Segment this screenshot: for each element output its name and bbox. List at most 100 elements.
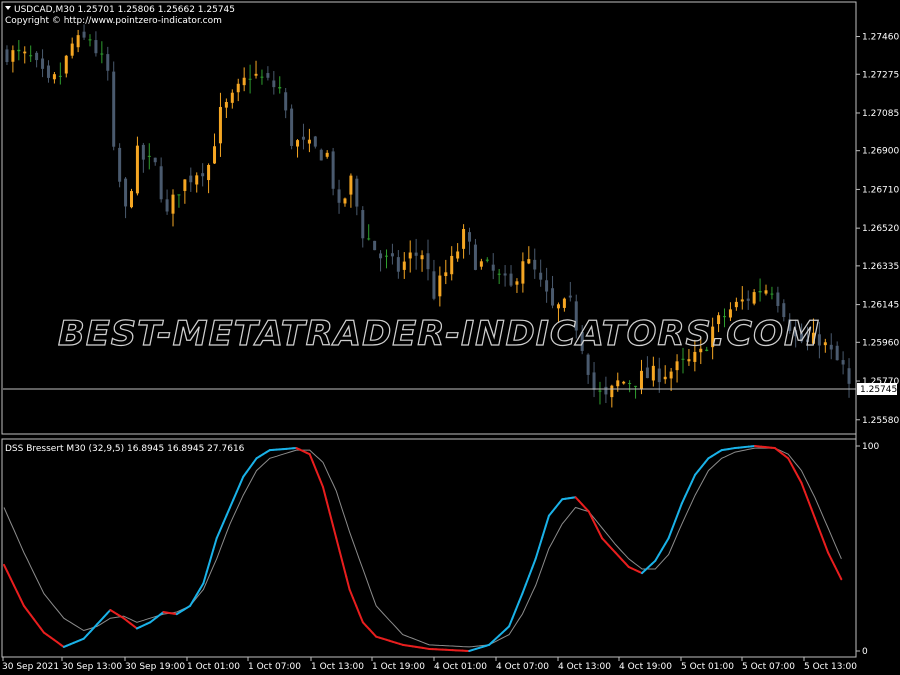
- candle: [645, 356, 649, 379]
- candle: [835, 341, 839, 361]
- dss-line-down-segment: [597, 530, 604, 540]
- candle: [124, 177, 128, 219]
- candle-body: [515, 281, 519, 285]
- candle-body: [485, 259, 489, 261]
- time-tick-label: 4 Oct 13:00: [558, 662, 611, 672]
- candle-body: [835, 345, 839, 361]
- candle-body: [337, 189, 341, 203]
- candle-body: [189, 175, 193, 183]
- candle: [171, 189, 175, 227]
- candle: [426, 239, 430, 281]
- candle-body: [94, 40, 98, 54]
- candle: [195, 172, 199, 193]
- dss-line-up-segment: [511, 609, 517, 620]
- candle: [545, 267, 549, 303]
- watermark-text: BEST-METATRADER-INDICATORS.COM: [58, 314, 820, 354]
- dss-line-down-segment: [318, 477, 324, 488]
- price-tick-label: 1.25960: [862, 338, 899, 348]
- candle: [230, 89, 234, 109]
- candle-body: [841, 360, 845, 365]
- candle: [539, 259, 543, 287]
- dss-line-down-segment: [797, 475, 803, 484]
- candle-body: [651, 365, 655, 381]
- dss-line-down-segment: [787, 457, 793, 466]
- candle: [11, 45, 15, 73]
- candle: [586, 353, 590, 384]
- candle-body: [135, 145, 139, 194]
- candle: [272, 71, 276, 95]
- candle: [159, 157, 163, 203]
- candle: [23, 46, 27, 64]
- candle-body: [290, 108, 294, 146]
- dss-line-up-segment: [514, 600, 521, 611]
- candle: [367, 224, 371, 241]
- candle-body: [319, 149, 323, 161]
- dss-line-up-segment: [218, 521, 225, 532]
- candle: [213, 133, 217, 164]
- candle-body: [408, 252, 412, 259]
- price-tick-label: 1.26520: [862, 224, 899, 234]
- candle: [562, 297, 566, 312]
- dss-line-up-segment: [222, 514, 228, 524]
- indicator-tick-label: 100: [862, 442, 879, 452]
- candle-body: [177, 194, 181, 196]
- candle-body: [129, 191, 133, 208]
- candle-body: [562, 298, 566, 308]
- candle: [568, 281, 572, 302]
- candle: [284, 88, 288, 119]
- candle: [266, 66, 270, 81]
- candle: [450, 246, 454, 281]
- dss-line-up-segment: [684, 488, 690, 498]
- candle-body: [218, 106, 222, 144]
- dss-line-down-segment: [813, 516, 820, 528]
- candle: [296, 139, 300, 158]
- chart-menu-arrow-icon[interactable]: [5, 6, 11, 10]
- candle: [479, 258, 483, 270]
- time-tick-label: 30 Sep 13:00: [62, 662, 122, 672]
- dss-line-down-segment: [803, 490, 810, 502]
- candle: [746, 290, 750, 310]
- dss-line-up-segment: [238, 475, 245, 486]
- candle: [141, 142, 145, 173]
- dss-line-down-segment: [312, 461, 318, 472]
- candle-body: [539, 272, 543, 280]
- candle-body: [35, 52, 39, 61]
- candle-body: [527, 259, 531, 264]
- candle-body: [124, 178, 128, 207]
- candle: [740, 286, 744, 310]
- dss-line-up-segment: [212, 537, 218, 551]
- candle: [622, 380, 626, 385]
- copyright-text: Copyright © http://www.pointzero-indicat…: [5, 16, 222, 26]
- candle: [402, 252, 406, 279]
- candle-body: [224, 102, 228, 108]
- candle-body: [70, 43, 74, 56]
- candle-body: [76, 35, 80, 48]
- candle-body: [598, 390, 602, 392]
- candle-body: [610, 385, 614, 398]
- candle-body: [503, 273, 507, 276]
- candle: [70, 37, 74, 59]
- candle-body: [278, 87, 282, 89]
- dss-line-down-segment: [800, 481, 806, 493]
- candle-body: [479, 261, 483, 267]
- candle: [88, 34, 92, 47]
- candle: [17, 40, 21, 61]
- candle-body: [645, 367, 649, 379]
- candle: [112, 61, 116, 151]
- candle: [758, 278, 762, 302]
- candle-body: [634, 385, 638, 387]
- candle: [307, 128, 311, 153]
- time-tick-label: 1 Oct 13:00: [311, 662, 364, 672]
- candle: [509, 265, 513, 288]
- dss-line-up-segment: [670, 519, 677, 531]
- candle-body: [384, 255, 388, 257]
- candle-body: [201, 173, 205, 177]
- candle: [82, 24, 86, 40]
- candle-body: [764, 290, 768, 294]
- candle-body: [740, 299, 744, 302]
- candle: [651, 356, 655, 387]
- candle-body: [307, 139, 311, 144]
- candle-body: [456, 251, 460, 259]
- candle-body: [367, 238, 371, 240]
- candle: [663, 365, 667, 384]
